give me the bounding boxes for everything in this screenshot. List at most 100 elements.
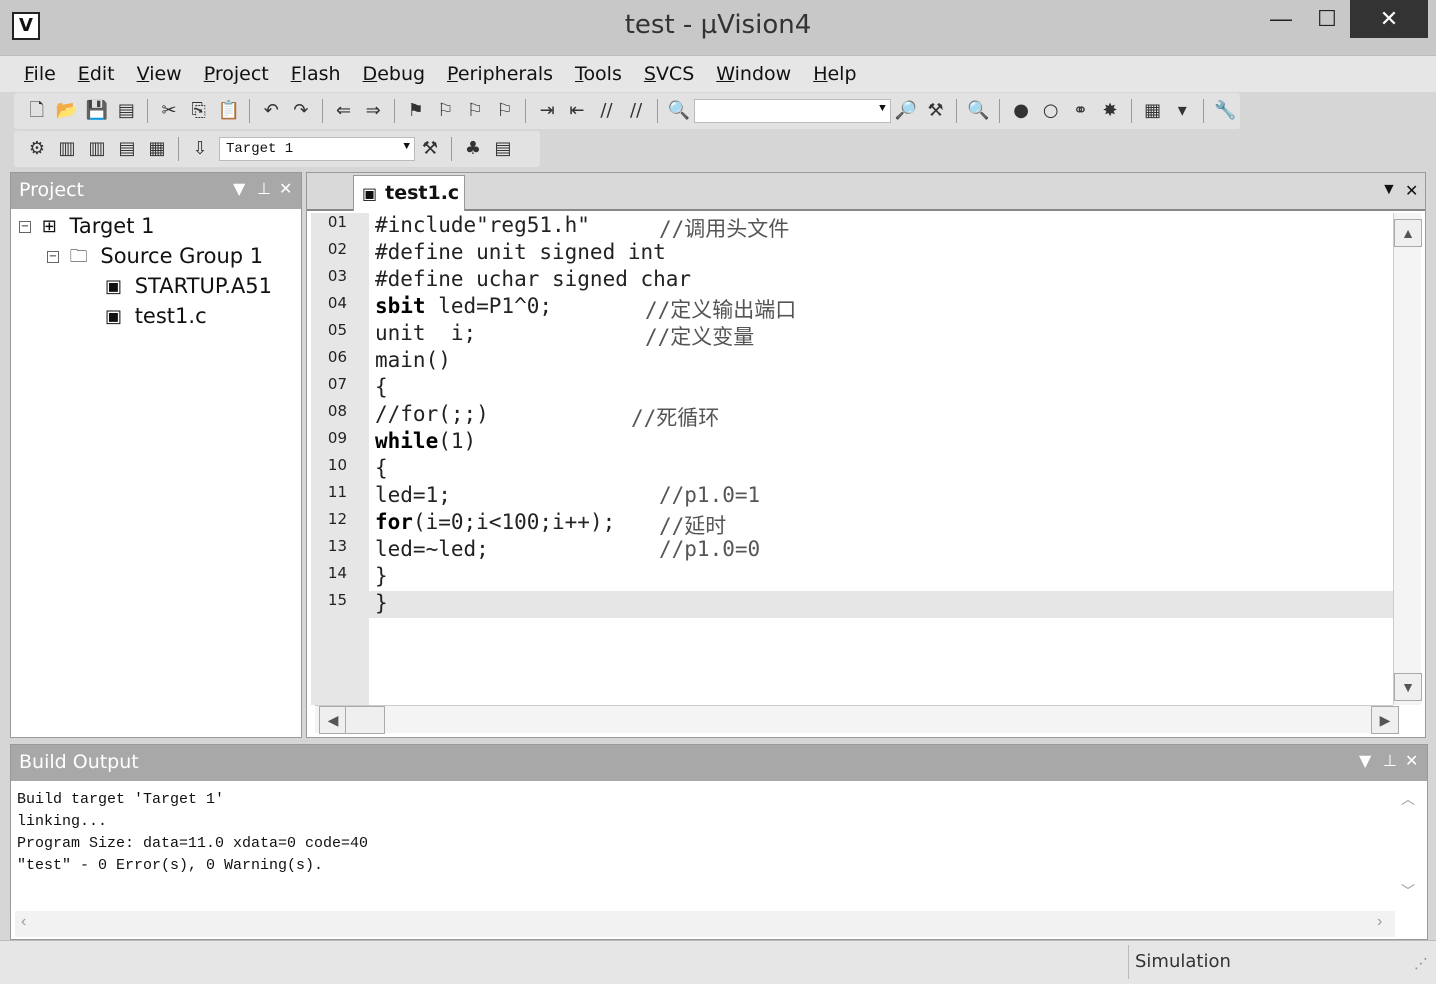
tree-item-test1-file[interactable]: ▣ test1.c (105, 301, 207, 331)
kill-breakpoints-icon[interactable]: ✸ (1099, 100, 1121, 122)
tab-test1-c[interactable]: ▣ test1.c (353, 175, 465, 211)
download-load-icon[interactable]: ⇩ (189, 138, 211, 160)
code-line[interactable]: 06 main() (328, 348, 1393, 375)
code-line[interactable]: 13 led=~led; //p1.0=0 (328, 537, 1393, 564)
incremental-find-icon[interactable]: ⚒ (925, 100, 947, 122)
code-line[interactable]: 05 unit i; //定义变量 (328, 321, 1393, 349)
cut-icon[interactable]: ✂ (158, 100, 180, 122)
unindent-icon[interactable]: ⇤ (566, 100, 588, 122)
scroll-up-icon[interactable]: ▲ (1394, 219, 1422, 247)
debug-session-icon[interactable]: 🔍 (967, 100, 989, 122)
vertical-scrollbar[interactable]: ▲ ▼ (1393, 213, 1422, 705)
uncomment-icon[interactable]: // (625, 100, 647, 122)
menu-window[interactable]: Window (716, 63, 791, 85)
code-line[interactable]: 12 for(i=0;i<100;i++); //延时 (328, 510, 1393, 538)
select-packs-icon[interactable]: ▤ (492, 138, 514, 160)
code-line[interactable]: 04 sbit led=P1^0; //定义输出端口 (328, 294, 1393, 322)
panel-close-icon[interactable]: ✕ (1405, 751, 1418, 770)
menu-debug[interactable]: Debug (363, 63, 426, 85)
panel-pin-icon[interactable]: ⊥ (257, 179, 271, 198)
save-all-icon[interactable]: ▤ (116, 100, 138, 122)
code-line[interactable]: 10 { (328, 456, 1393, 483)
scroll-left-icon[interactable]: ‹ (21, 913, 26, 931)
panel-dropdown-icon[interactable]: ▼ (233, 179, 245, 198)
new-file-icon[interactable]: 🗋 (26, 100, 48, 122)
find-in-files-icon[interactable]: 🔍 (668, 100, 690, 122)
window-layout-dropdown-icon[interactable]: ▾ (1171, 100, 1193, 122)
resize-grip-icon[interactable]: ⋰ (1414, 955, 1428, 972)
close-tab-icon[interactable]: ✕ (1405, 181, 1418, 201)
target-select[interactable]: Target 1 ▼ (219, 137, 415, 161)
stop-build-icon[interactable]: ▦ (146, 138, 168, 160)
collapse-toggle-icon[interactable]: − (47, 251, 59, 263)
navigate-forward-icon[interactable]: ⇒ (362, 100, 384, 122)
bookmark-clear-icon[interactable]: ⚐ (494, 100, 516, 122)
translate-icon[interactable]: ⚙ (26, 138, 48, 160)
undo-icon[interactable]: ↶ (260, 100, 282, 122)
paste-icon[interactable]: 📋 (217, 100, 239, 122)
code-line[interactable]: 02 #define unit signed int (328, 240, 1393, 267)
horizontal-scrollbar[interactable]: ◀ ▶ (315, 705, 1399, 734)
menu-help[interactable]: Help (813, 63, 856, 85)
bookmark-toggle-icon[interactable]: ⚑ (405, 100, 427, 122)
menu-svcs[interactable]: SVCS (644, 63, 694, 85)
tree-item-startup-file[interactable]: ▣ STARTUP.A51 (105, 271, 272, 301)
scroll-up-icon[interactable]: ︿ (1401, 789, 1415, 809)
navigate-back-icon[interactable]: ⇐ (333, 100, 355, 122)
save-icon[interactable]: 💾 (86, 100, 108, 122)
redo-icon[interactable]: ↷ (290, 100, 312, 122)
menu-project[interactable]: Project (204, 63, 269, 85)
window-layout-icon[interactable]: ▦ (1142, 100, 1164, 122)
scroll-right-icon[interactable]: ▶ (1371, 706, 1399, 734)
tree-item-source-group[interactable]: − 🗀 Source Group 1 (47, 241, 263, 271)
scroll-left-icon[interactable]: ◀ (319, 706, 347, 734)
code-line[interactable]: 09 while(1) (328, 429, 1393, 456)
menu-edit[interactable]: Edit (78, 63, 115, 85)
menu-view[interactable]: View (137, 63, 182, 85)
code-line[interactable]: 03 #define uchar signed char (328, 267, 1393, 294)
disable-breakpoints-icon[interactable]: ⚭ (1070, 100, 1092, 122)
rebuild-icon[interactable]: ▥ (86, 138, 108, 160)
close-button[interactable]: ✕ (1350, 0, 1428, 38)
menu-peripherals[interactable]: Peripherals (447, 63, 553, 85)
menu-flash[interactable]: Flash (291, 63, 341, 85)
build-icon[interactable]: ▥ (56, 138, 78, 160)
horizontal-scroll-thumb[interactable] (345, 706, 385, 734)
code-line[interactable]: 07 { (328, 375, 1393, 402)
minimize-button[interactable]: — (1258, 0, 1304, 38)
insert-breakpoint-icon[interactable]: ● (1010, 100, 1032, 122)
manage-components-icon[interactable]: ♣ (462, 138, 484, 160)
batch-build-icon[interactable]: ▤ (116, 138, 138, 160)
code-line[interactable]: 01 #include"reg51.h" //调用头文件 (328, 213, 1393, 241)
target-options-icon[interactable]: ⚒ (419, 138, 441, 160)
copy-icon[interactable]: ⎘ (188, 100, 210, 122)
find-combo[interactable]: ▼ (693, 99, 891, 123)
enable-breakpoint-icon[interactable]: ○ (1040, 100, 1062, 122)
code-line[interactable]: 11 led=1; //p1.0=1 (328, 483, 1393, 510)
tab-list-dropdown-icon[interactable]: ▼ (1381, 181, 1397, 199)
code-line[interactable]: 15} (328, 591, 1393, 618)
panel-dropdown-icon[interactable]: ▼ (1359, 751, 1371, 770)
configure-icon[interactable]: 🔧 (1214, 100, 1236, 122)
menu-tools[interactable]: Tools (575, 63, 622, 85)
indent-icon[interactable]: ⇥ (536, 100, 558, 122)
scroll-down-icon[interactable]: ▼ (1394, 673, 1422, 701)
maximize-button[interactable]: ☐ (1304, 0, 1350, 38)
menu-file[interactable]: File (24, 63, 56, 85)
panel-pin-icon[interactable]: ⊥ (1383, 751, 1397, 770)
collapse-toggle-icon[interactable]: − (19, 221, 31, 233)
panel-close-icon[interactable]: ✕ (279, 179, 292, 198)
code-line[interactable]: 08 //for(;;) //死循环 (328, 402, 1393, 430)
open-folder-icon[interactable]: 📂 (56, 100, 78, 122)
comment-icon[interactable]: // (596, 100, 618, 122)
build-horizontal-scrollbar[interactable]: ‹ › (15, 911, 1395, 937)
scroll-down-icon[interactable]: ﹀ (1401, 881, 1415, 901)
find-icon[interactable]: 🔎 (895, 100, 917, 122)
tree-item-target[interactable]: − ⊞ Target 1 (19, 211, 154, 241)
code-line[interactable]: 14} (328, 564, 1393, 591)
bookmark-next-icon[interactable]: ⚐ (464, 100, 486, 122)
scroll-right-icon[interactable]: › (1377, 913, 1382, 931)
code-area[interactable]: 01 #include"reg51.h" //调用头文件 02 #define unit… (328, 213, 1393, 705)
build-vertical-scrollbar[interactable]: ︿ ﹀ (1395, 785, 1423, 909)
bookmark-previous-icon[interactable]: ⚐ (435, 100, 457, 122)
